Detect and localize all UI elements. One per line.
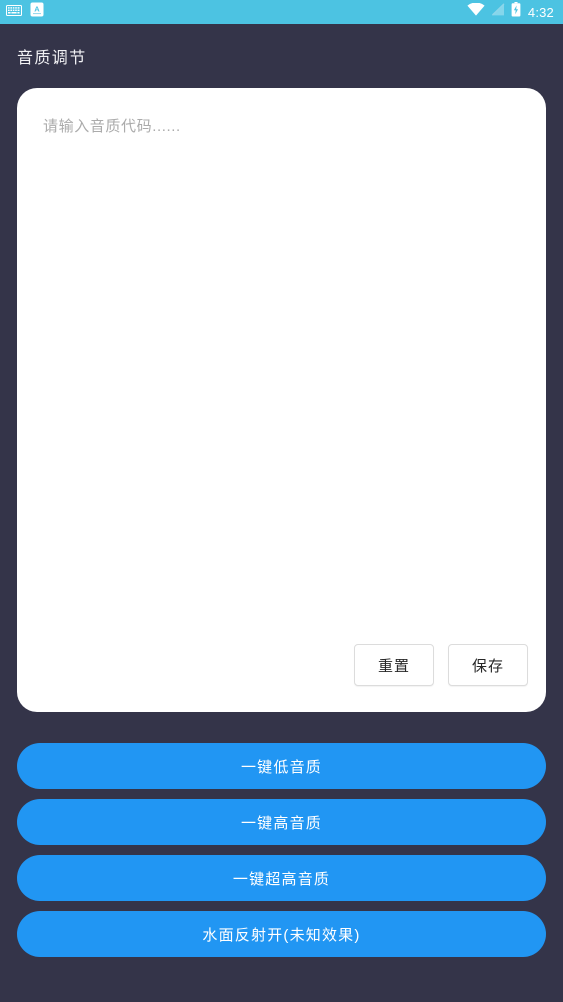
preset-low-quality-button[interactable]: 一键低音质 <box>17 743 546 789</box>
editor-actions: 重置 保存 <box>17 644 546 712</box>
keyboard-icon <box>6 3 22 21</box>
signal-off-icon <box>491 3 505 21</box>
svg-text:A: A <box>34 5 40 14</box>
sound-code-input[interactable] <box>17 88 546 644</box>
editor-card-wrapper: 重置 保存 <box>0 88 563 712</box>
save-button[interactable]: 保存 <box>448 644 528 686</box>
code-editor-card: 重置 保存 <box>17 88 546 712</box>
app-title-bar: 音质调节 <box>0 24 563 88</box>
preset-water-reflection-button[interactable]: 水面反射开(未知效果) <box>17 911 546 957</box>
battery-charging-icon <box>511 2 521 22</box>
status-bar-left-icons: A <box>6 2 44 22</box>
status-bar-clock: 4:32 <box>527 4 554 20</box>
status-bar-right-icons: 4:32 <box>467 2 554 22</box>
status-bar: A 4:32 <box>0 0 563 24</box>
page-title: 音质调节 <box>17 50 87 67</box>
wifi-icon <box>467 2 485 21</box>
app-screen: A 4:32 音质调节 请输入音质代码...... 重置 保存 一键低音质 一键… <box>0 0 563 1002</box>
preset-high-quality-button[interactable]: 一键高音质 <box>17 799 546 845</box>
input-method-icon: A <box>30 2 44 22</box>
preset-actions-list: 一键低音质 一键高音质 一键超高音质 水面反射开(未知效果) <box>0 712 563 957</box>
preset-ultra-quality-button[interactable]: 一键超高音质 <box>17 855 546 901</box>
reset-button[interactable]: 重置 <box>354 644 434 686</box>
